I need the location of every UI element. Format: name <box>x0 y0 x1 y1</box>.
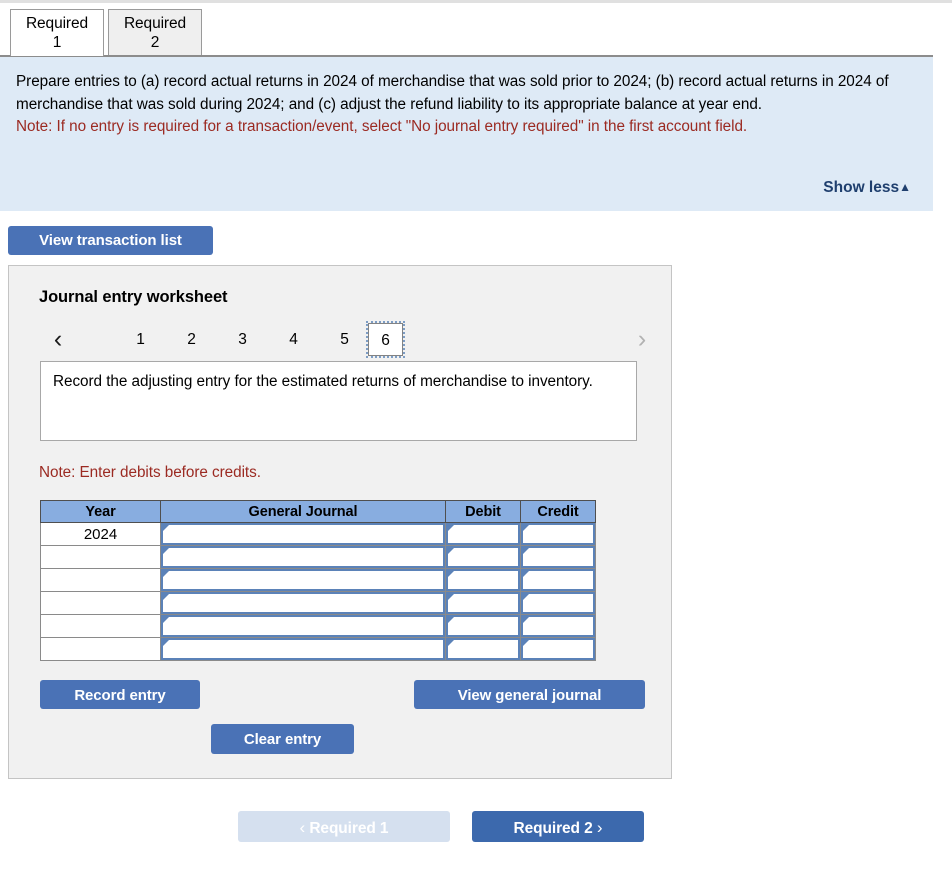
nav-required-1-button[interactable]: ‹ Required 1 <box>238 811 450 842</box>
table-row <box>40 545 596 569</box>
instruction-note: Note: If no entry is required for a tran… <box>16 118 748 135</box>
journal-table-header-row: Year General Journal Debit Credit <box>40 500 596 523</box>
input-debit-1[interactable] <box>446 523 520 545</box>
input-credit-1[interactable] <box>521 523 595 545</box>
top-divider <box>0 0 952 3</box>
cell-general-journal-4[interactable] <box>160 591 446 615</box>
cell-year-2[interactable] <box>40 545 161 569</box>
input-debit-6[interactable] <box>446 638 520 660</box>
tab-required-1[interactable]: Required 1 <box>10 9 104 56</box>
input-credit-6[interactable] <box>521 638 595 660</box>
cell-general-journal-6[interactable] <box>160 637 446 661</box>
record-entry-button[interactable]: Record entry <box>40 680 200 709</box>
cell-credit-2[interactable] <box>520 545 596 569</box>
cell-credit-4[interactable] <box>520 591 596 615</box>
nav-required-2-label: Required 2 <box>513 820 593 837</box>
worksheet-title: Journal entry worksheet <box>39 288 228 306</box>
input-credit-4[interactable] <box>521 592 595 614</box>
tab-required-2-label-line2: 2 <box>150 34 160 51</box>
cell-credit-1[interactable] <box>520 522 596 546</box>
pager-page-6[interactable]: 6 <box>366 321 405 358</box>
show-less-toggle[interactable]: Show less▲ <box>823 179 911 197</box>
nav-required-2-button[interactable]: Required 2 › <box>472 811 644 842</box>
table-row <box>40 568 596 592</box>
column-header-debit: Debit <box>445 500 521 523</box>
column-header-general-journal: General Journal <box>160 500 446 523</box>
cell-debit-6[interactable] <box>445 637 521 661</box>
chevron-left-icon: ‹ <box>299 818 306 837</box>
input-debit-2[interactable] <box>446 546 520 568</box>
tab-required-1-label-line2: 1 <box>52 34 62 51</box>
input-general-journal-3[interactable] <box>161 569 445 591</box>
cell-year-5[interactable] <box>40 614 161 638</box>
cell-debit-5[interactable] <box>445 614 521 638</box>
show-less-label: Show less <box>823 179 900 196</box>
cell-general-journal-3[interactable] <box>160 568 446 592</box>
cell-debit-4[interactable] <box>445 591 521 615</box>
clear-entry-button[interactable]: Clear entry <box>211 724 354 754</box>
required-tab-bar: Required 1 Required 2 <box>0 4 952 57</box>
instruction-body: Prepare entries to (a) record actual ret… <box>16 73 889 113</box>
caret-up-icon: ▲ <box>899 180 911 194</box>
input-debit-3[interactable] <box>446 569 520 591</box>
input-general-journal-4[interactable] <box>161 592 445 614</box>
nav-required-1-label: Required 1 <box>309 820 389 837</box>
cell-general-journal-1[interactable] <box>160 522 446 546</box>
worksheet-description-box: Record the adjusting entry for the estim… <box>40 361 637 441</box>
chevron-right-icon: › <box>596 818 603 837</box>
worksheet-description-text: Record the adjusting entry for the estim… <box>53 373 593 390</box>
input-general-journal-1[interactable] <box>161 523 445 545</box>
input-general-journal-6[interactable] <box>161 638 445 660</box>
journal-entry-worksheet-panel: Journal entry worksheet ‹ 1 2 3 4 5 6 › … <box>8 265 672 779</box>
view-transaction-list-button[interactable]: View transaction list <box>8 226 213 255</box>
pager-page-2[interactable]: 2 <box>174 323 209 356</box>
table-row <box>40 637 596 661</box>
view-general-journal-button[interactable]: View general journal <box>414 680 645 709</box>
tab-required-2-label-line1: Required <box>123 15 187 32</box>
cell-year-3[interactable] <box>40 568 161 592</box>
input-debit-5[interactable] <box>446 615 520 637</box>
cell-general-journal-2[interactable] <box>160 545 446 569</box>
column-header-credit: Credit <box>520 500 596 523</box>
input-credit-2[interactable] <box>521 546 595 568</box>
cell-debit-2[interactable] <box>445 545 521 569</box>
table-row <box>40 614 596 638</box>
enter-debits-before-credits-note: Note: Enter debits before credits. <box>39 464 261 481</box>
cell-debit-1[interactable] <box>445 522 521 546</box>
table-row <box>40 591 596 615</box>
chevron-right-icon[interactable]: › <box>631 323 653 357</box>
cell-year-6[interactable] <box>40 637 161 661</box>
tab-required-1-label-line1: Required <box>25 15 89 32</box>
cell-credit-5[interactable] <box>520 614 596 638</box>
chevron-left-icon[interactable]: ‹ <box>47 323 69 357</box>
pager-page-5[interactable]: 5 <box>327 323 362 356</box>
column-header-year: Year <box>40 500 161 523</box>
table-row: 2024 <box>40 522 596 546</box>
cell-debit-3[interactable] <box>445 568 521 592</box>
pager-page-4[interactable]: 4 <box>276 323 311 356</box>
pager-page-3[interactable]: 3 <box>225 323 260 356</box>
cell-credit-3[interactable] <box>520 568 596 592</box>
worksheet-pager: ‹ 1 2 3 4 5 6 › <box>39 321 653 361</box>
input-credit-5[interactable] <box>521 615 595 637</box>
cell-general-journal-5[interactable] <box>160 614 446 638</box>
input-general-journal-2[interactable] <box>161 546 445 568</box>
pager-page-1[interactable]: 1 <box>123 323 158 356</box>
cell-year-4[interactable] <box>40 591 161 615</box>
cell-year-1[interactable]: 2024 <box>40 522 161 546</box>
input-credit-3[interactable] <box>521 569 595 591</box>
tab-required-2[interactable]: Required 2 <box>108 9 202 56</box>
instruction-panel: Prepare entries to (a) record actual ret… <box>0 55 933 211</box>
cell-credit-6[interactable] <box>520 637 596 661</box>
input-general-journal-5[interactable] <box>161 615 445 637</box>
input-debit-4[interactable] <box>446 592 520 614</box>
journal-entry-table: Year General Journal Debit Credit 2024 <box>40 500 596 661</box>
